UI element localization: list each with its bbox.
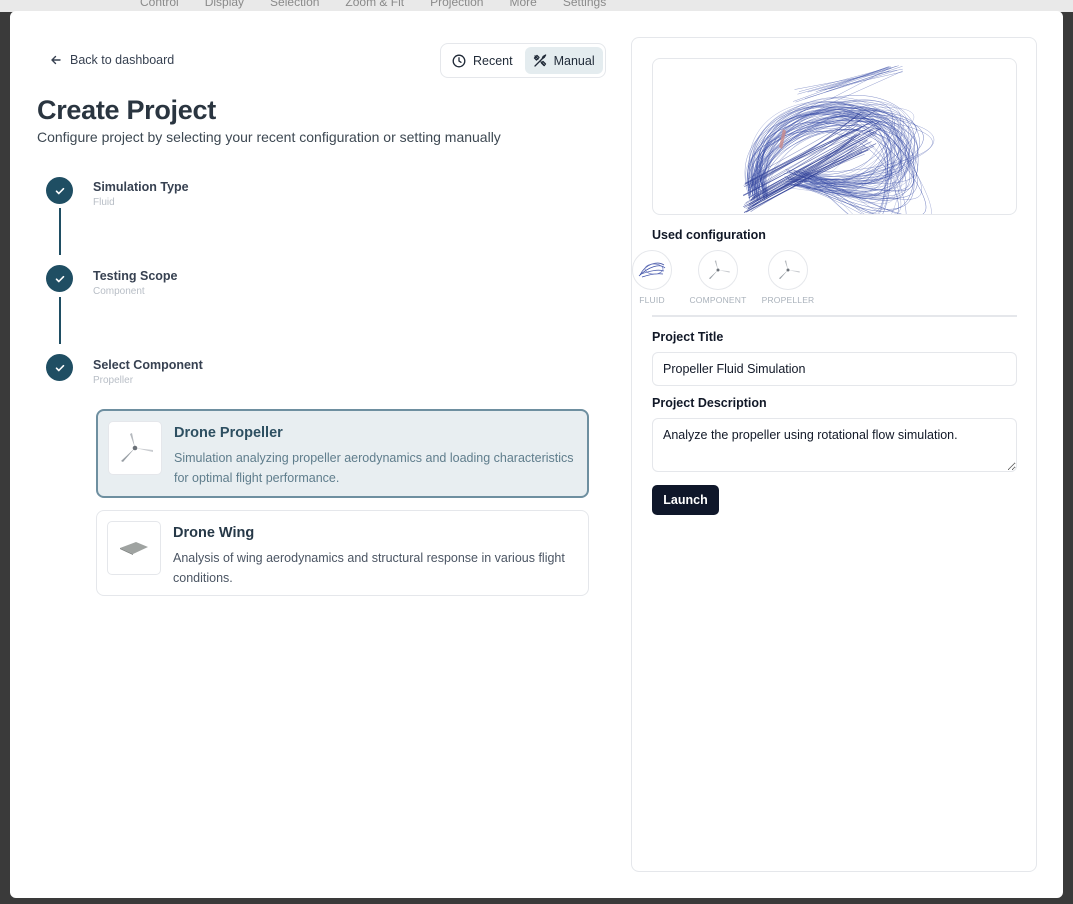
- wing-icon: [120, 542, 148, 555]
- mode-toggle: Recent Manual: [440, 43, 606, 78]
- project-description-textarea[interactable]: Analyze the propeller using rotational f…: [652, 418, 1017, 472]
- step-value: Propeller: [93, 375, 134, 386]
- page-subtitle: Configure project by selecting your rece…: [37, 129, 501, 145]
- propeller-icon: [121, 433, 153, 462]
- bg-toolbar-item: Display: [204, 0, 245, 9]
- config-chip-fluid[interactable]: FLUID: [617, 250, 687, 305]
- chip-label: FLUID: [639, 295, 665, 305]
- check-icon: [55, 187, 64, 194]
- config-chip-component[interactable]: COMPONENT: [683, 250, 753, 305]
- propeller-icon: [708, 260, 730, 280]
- step-complete-indicator: [46, 177, 73, 204]
- manual-label: Manual: [553, 53, 595, 68]
- step-title: Testing Scope: [93, 269, 178, 283]
- step-connector: [59, 208, 61, 255]
- bg-toolbar-item: Control: [140, 0, 179, 9]
- recent-mode-button[interactable]: Recent: [444, 47, 521, 74]
- launch-button[interactable]: Launch: [652, 485, 719, 515]
- recent-label: Recent: [473, 53, 513, 68]
- step-select-component[interactable]: [46, 354, 73, 381]
- simulation-preview: [652, 58, 1017, 215]
- divider: [652, 315, 1017, 317]
- config-chip-propeller[interactable]: PROPELLER: [753, 250, 823, 305]
- step-testing-scope[interactable]: [46, 265, 73, 292]
- chip-label: PROPELLER: [761, 295, 815, 305]
- page-title: Create Project: [37, 95, 216, 125]
- step-complete-indicator: [46, 265, 73, 292]
- back-to-dashboard-link[interactable]: Back to dashboard: [50, 53, 174, 67]
- tools-icon: [533, 53, 546, 67]
- component-description: Analysis of wing aerodynamics and struct…: [173, 551, 565, 585]
- back-label: Back to dashboard: [70, 53, 175, 67]
- component-description: Simulation analyzing propeller aerodynam…: [174, 451, 574, 485]
- component-name: Drone Propeller: [174, 425, 283, 441]
- project-description-label: Project Description: [652, 396, 767, 410]
- step-title: Simulation Type: [93, 180, 189, 194]
- component-card-drone-propeller[interactable]: Drone Propeller Simulation analyzing pro…: [96, 409, 589, 498]
- step-title: Select Component: [93, 358, 203, 372]
- chip-thumbnail: [768, 250, 808, 290]
- step-value: Component: [93, 286, 145, 297]
- fluid-flow-preview-image: [742, 65, 935, 214]
- bg-toolbar-item: Settings: [562, 0, 607, 9]
- create-project-modal: Back to dashboard Recent Manual Create P…: [10, 11, 1063, 898]
- manual-mode-button[interactable]: Manual: [524, 47, 603, 74]
- step-simulation-type[interactable]: [46, 177, 73, 204]
- fluid-flow-icon: [638, 262, 666, 278]
- check-icon: [55, 364, 64, 371]
- chip-thumbnail: [698, 250, 738, 290]
- step-complete-indicator: [46, 354, 73, 381]
- chip-thumbnail: [632, 250, 672, 290]
- step-value: Fluid: [93, 197, 115, 208]
- chip-label: COMPONENT: [689, 295, 747, 305]
- component-thumbnail: [107, 521, 161, 575]
- configuration-panel: Used configuration FLUID COMPONENT PROPE…: [631, 37, 1037, 872]
- bg-toolbar-item: Selection: [270, 0, 320, 9]
- component-card-drone-wing[interactable]: Drone Wing Analysis of wing aerodynamics…: [96, 510, 589, 596]
- project-title-label: Project Title: [652, 330, 724, 344]
- propeller-icon: [778, 260, 800, 280]
- clock-icon: [452, 54, 466, 67]
- check-icon: [55, 275, 64, 282]
- component-thumbnail: [108, 421, 162, 475]
- component-name: Drone Wing: [173, 525, 255, 541]
- bg-toolbar-item: More: [509, 0, 537, 9]
- bg-toolbar-item: Zoom & Fit: [345, 0, 405, 9]
- arrow-left-icon: [51, 55, 61, 65]
- step-connector: [59, 297, 61, 344]
- used-configuration-title: Used configuration: [652, 228, 766, 242]
- project-title-input[interactable]: [652, 352, 1017, 386]
- bg-toolbar-item: Projection: [430, 0, 484, 9]
